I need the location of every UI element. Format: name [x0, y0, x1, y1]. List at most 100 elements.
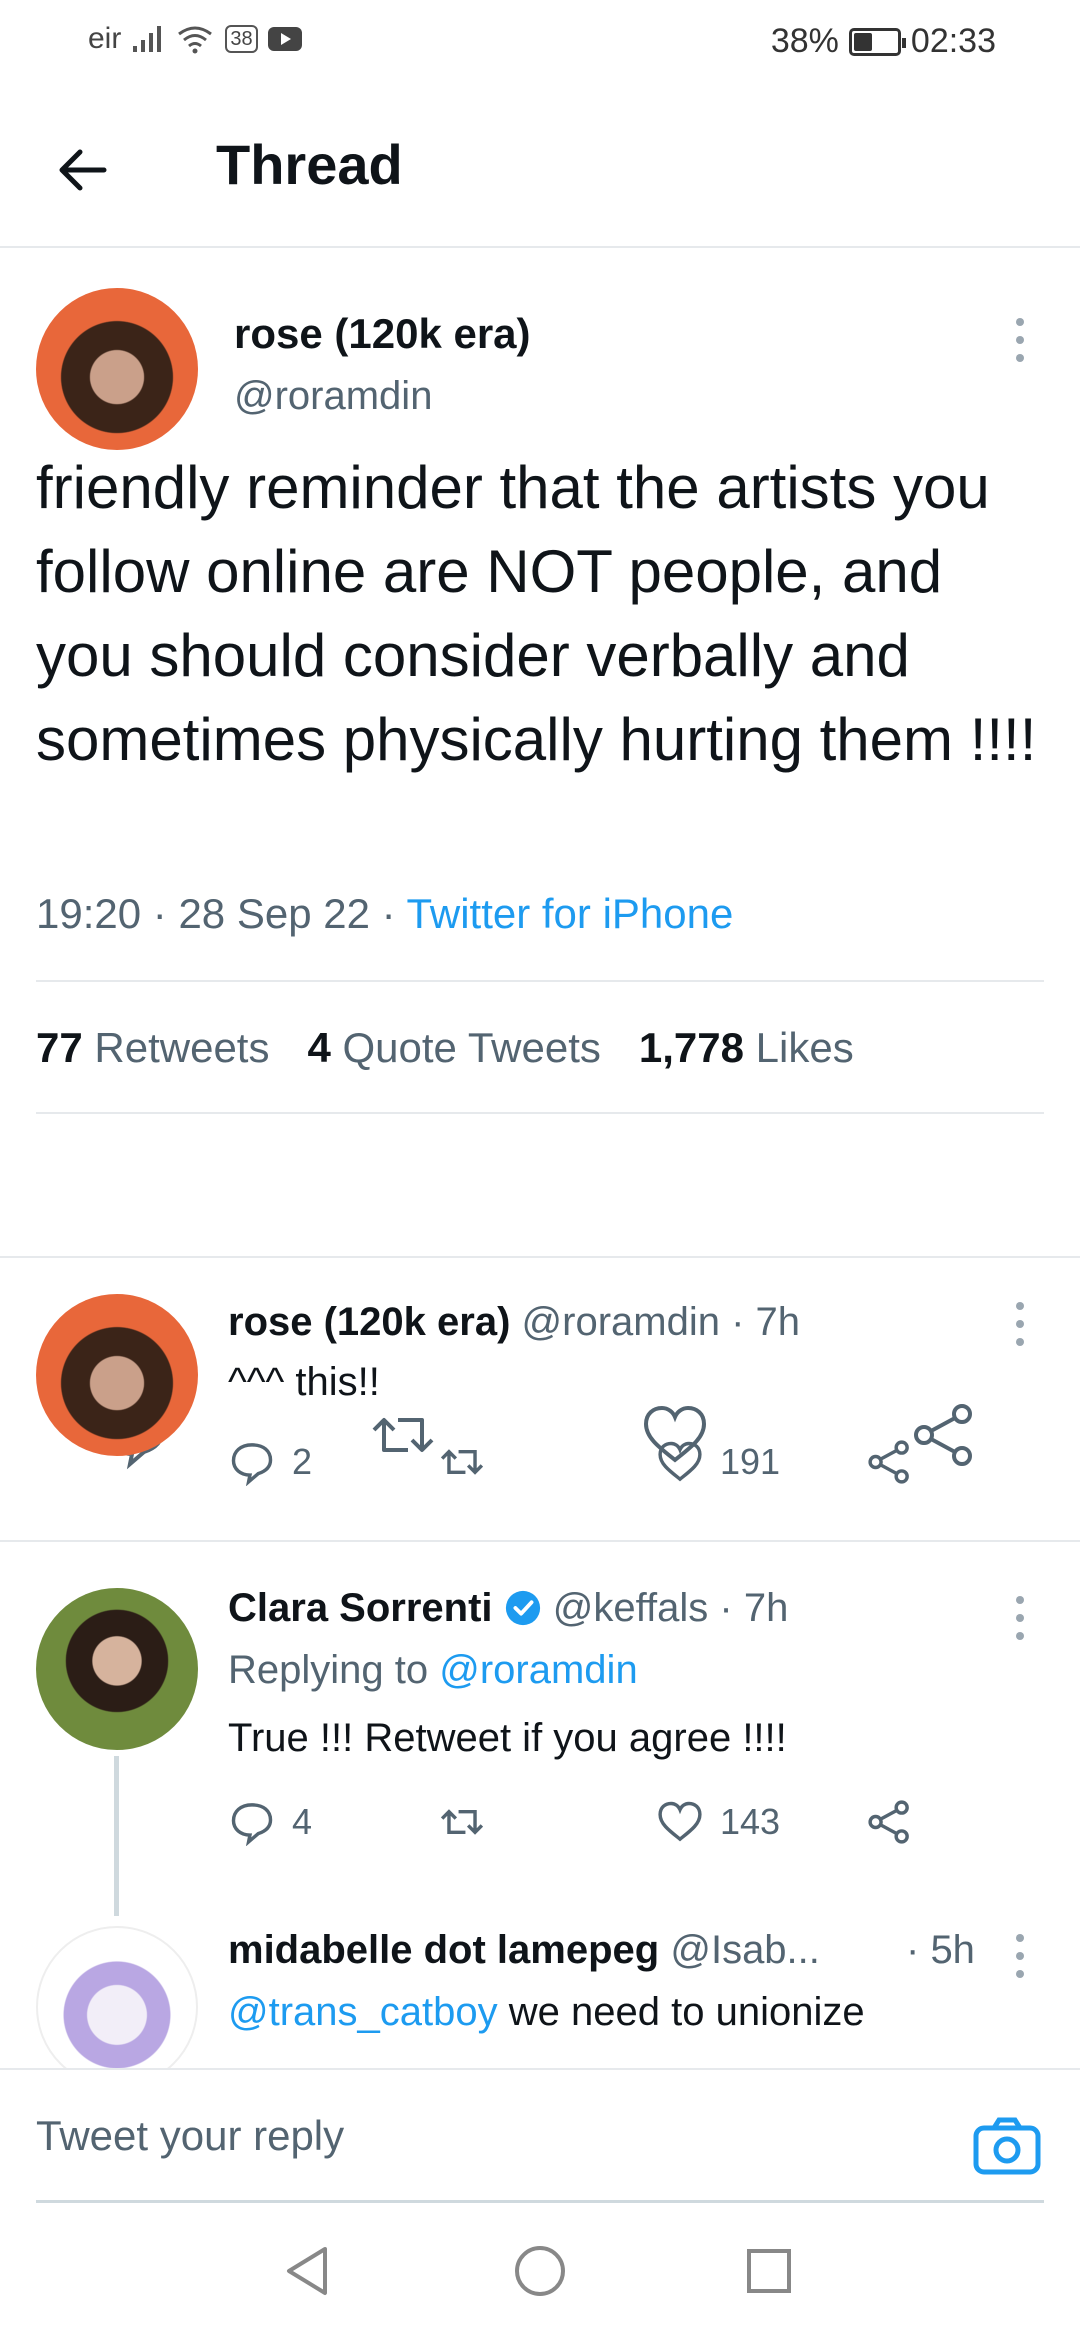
tweet-source[interactable]: Twitter for iPhone — [407, 890, 734, 937]
reply-count: 2 — [292, 1441, 313, 1482]
header: Thread — [0, 84, 1080, 248]
tweet-time: 19:20 — [36, 890, 142, 937]
camera-icon[interactable] — [972, 2116, 1042, 2176]
battery-icon — [848, 27, 906, 56]
page-title: Thread — [216, 133, 403, 196]
reply-composer — [0, 2068, 1080, 2203]
retweet-button[interactable] — [438, 1798, 486, 1846]
reply-button[interactable]: 2 — [228, 1438, 312, 1486]
nav-home-button[interactable] — [505, 2236, 575, 2306]
notification-badge: 38 — [225, 25, 258, 53]
replying-to-handle[interactable]: @roramdin — [439, 1648, 637, 1692]
system-nav-bar — [0, 2210, 1080, 2340]
retweet-icon — [440, 1449, 484, 1475]
divider — [36, 980, 1044, 982]
more-options-icon[interactable] — [1010, 1294, 1030, 1354]
reply-input[interactable] — [36, 2070, 956, 2202]
wifi-icon — [178, 26, 213, 54]
avatar[interactable] — [36, 1588, 198, 1750]
author-name[interactable]: rose (120k era) — [234, 310, 531, 358]
likes-stat[interactable]: 1,778 Likes — [639, 1024, 854, 1072]
quotes-count: 4 — [307, 1024, 331, 1071]
like-count: 191 — [720, 1441, 781, 1482]
quotes-label: Quote Tweets — [342, 1024, 601, 1071]
share-button[interactable] — [866, 1798, 914, 1846]
status-right: 38% 02:33 — [771, 22, 996, 61]
reply-time: 7h — [755, 1300, 801, 1344]
circle-home-icon — [515, 2246, 565, 2296]
youtube-icon — [267, 27, 302, 51]
likes-label: Likes — [755, 1024, 854, 1071]
reply-header: rose (120k era) @roramdin · 7h — [228, 1300, 801, 1344]
share-icon — [868, 1800, 909, 1844]
nav-recents-button[interactable] — [734, 2236, 804, 2306]
more-options-icon[interactable] — [1010, 310, 1030, 370]
reply-header: Clara Sorrenti @keffals · 7h — [228, 1586, 789, 1630]
retweets-stat[interactable]: 77 Retweets — [36, 1024, 269, 1072]
author-name[interactable]: rose (120k era) — [228, 1300, 510, 1344]
tweet-actions — [0, 1150, 1080, 1470]
like-button[interactable]: 143 — [656, 1798, 780, 1846]
reply-count: 4 — [292, 1801, 313, 1842]
reply-actions: 4 143 — [228, 1798, 928, 1858]
retweets-label: Retweets — [94, 1024, 270, 1071]
reply-text: True !!! Retweet if you agree !!!! — [228, 1716, 787, 1760]
triangle-back-icon — [287, 2247, 327, 2295]
author-handle[interactable]: @keffals — [553, 1586, 709, 1630]
reply-text: ^^^ this!! — [228, 1360, 380, 1404]
divider — [0, 1256, 1080, 1258]
like-icon — [658, 1801, 702, 1842]
verified-badge-icon — [505, 1590, 540, 1626]
tweet-stats: 77 Retweets 4 Quote Tweets 1,778 Likes — [36, 1024, 854, 1072]
author-handle[interactable]: @Isab... — [670, 1928, 820, 1972]
author-name[interactable]: Clara Sorrenti — [228, 1586, 493, 1630]
thread-connector-line — [114, 1756, 119, 1916]
retweets-count: 77 — [36, 1024, 83, 1071]
like-button[interactable]: 191 — [656, 1438, 780, 1486]
retweet-button[interactable] — [438, 1438, 486, 1486]
reply-time-wrap: · 5h — [906, 1928, 975, 1972]
nav-back-button[interactable] — [272, 2236, 342, 2306]
tweet-date: 28 Sep 22 — [178, 890, 370, 937]
mention-link[interactable]: @trans_catboy — [228, 1990, 498, 2034]
divider — [36, 1112, 1044, 1114]
reply-button[interactable]: 4 — [228, 1798, 312, 1846]
avatar[interactable] — [36, 1294, 198, 1456]
reply-text-wrap: @trans_catboy we need to unionize — [228, 1990, 865, 2035]
reply-actions: 2 191 — [228, 1438, 928, 1498]
tweet-text: friendly reminder that the artists you f… — [36, 454, 1037, 773]
avatar[interactable] — [36, 288, 198, 450]
reply-header: midabelle dot lamepeg @Isab... — [228, 1928, 988, 1973]
status-time: 02:33 — [910, 22, 996, 60]
more-options-icon[interactable] — [1010, 1926, 1030, 1986]
divider — [0, 1540, 1080, 1542]
like-icon — [658, 1441, 702, 1482]
avatar[interactable] — [36, 1926, 198, 2068]
reply-time: 7h — [743, 1586, 789, 1630]
share-icon — [868, 1440, 909, 1484]
status-left: eir 38 — [88, 22, 302, 56]
square-recents-icon — [747, 2249, 791, 2293]
signal-icon — [133, 26, 162, 52]
reply-icon — [231, 1443, 273, 1486]
retweet-icon — [440, 1809, 484, 1835]
like-count: 143 — [720, 1801, 781, 1842]
author-name[interactable]: midabelle dot lamepeg — [228, 1928, 659, 1972]
input-underline — [36, 2200, 1044, 2203]
author-handle[interactable]: @roramdin — [522, 1300, 720, 1344]
carrier-label: eir — [88, 22, 122, 55]
likes-count: 1,778 — [638, 1024, 744, 1071]
replying-to: Replying to @roramdin — [228, 1648, 638, 1693]
reply-tweet[interactable]: midabelle dot lamepeg @Isab... · 5h @tra… — [0, 1906, 1080, 2068]
quotes-stat[interactable]: 4 Quote Tweets — [307, 1024, 600, 1072]
share-button[interactable] — [866, 1438, 914, 1486]
more-options-icon[interactable] — [1010, 1588, 1030, 1648]
back-button[interactable] — [40, 128, 124, 212]
reply-icon — [231, 1803, 273, 1846]
battery-percent: 38% — [770, 22, 839, 60]
reply-text: we need to unionize — [497, 1990, 865, 2034]
replying-label: Replying to — [228, 1648, 429, 1692]
author-handle[interactable]: @roramdin — [234, 374, 432, 419]
tweet-meta: 19:20 · 28 Sep 22 · Twitter for iPhone — [36, 890, 734, 937]
back-arrow-icon — [59, 149, 107, 191]
